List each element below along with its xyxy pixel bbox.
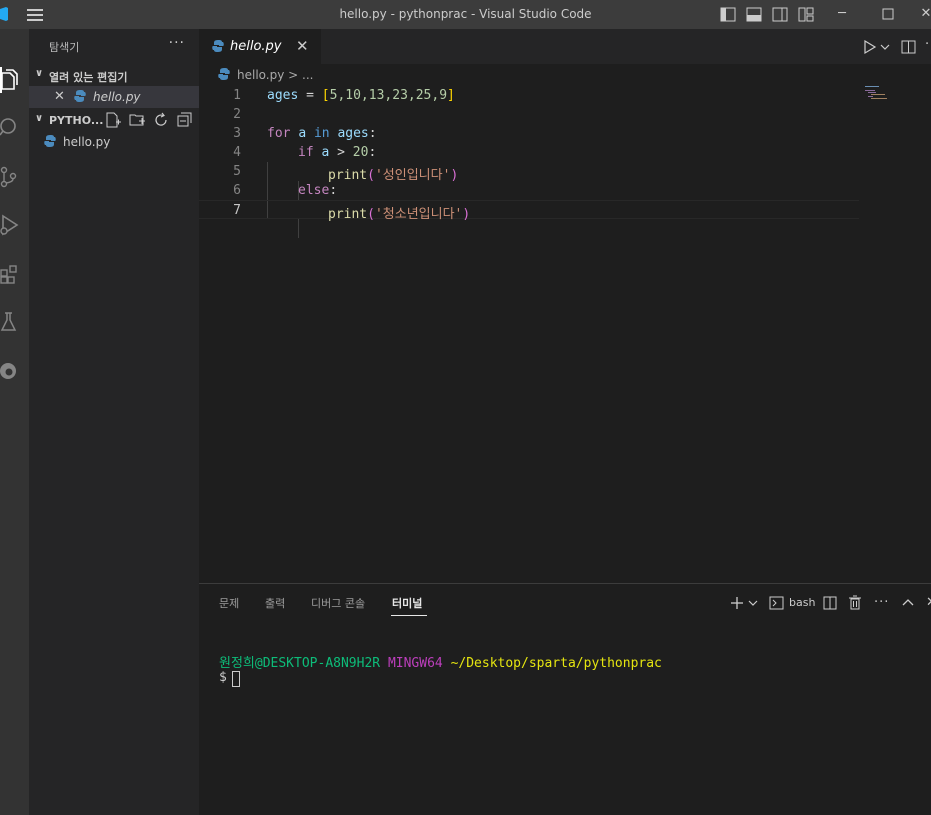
line-number: 5 [233, 164, 241, 179]
code-line: 1 ages = [5,10,13,23,25,9] [199, 86, 859, 105]
split-terminal-icon[interactable] [823, 595, 837, 611]
toggle-panel-icon[interactable] [746, 7, 762, 22]
active-tab-underline [391, 615, 427, 616]
more-actions-icon[interactable]: ··· [169, 35, 185, 51]
code-line: 3 for a in ages: [199, 124, 859, 143]
explorer-sidebar: 탐색기 ··· ∨ 열려 있는 편집기 ✕ hello.py ∨ PYTHO..… [29, 29, 199, 815]
maximize-panel-icon[interactable] [902, 595, 914, 611]
line-content: else: [298, 183, 338, 198]
testing-icon[interactable] [0, 311, 20, 333]
file-tree-item[interactable]: hello.py [29, 131, 199, 153]
open-editor-filename: hello.py [93, 90, 141, 104]
terminal-icon [769, 596, 784, 610]
more-actions-icon[interactable]: · [925, 37, 929, 53]
toggle-secondary-sidebar-icon[interactable] [772, 7, 788, 22]
open-editors-section[interactable]: ∨ 열려 있는 편집기 [29, 64, 199, 86]
run-debug-icon[interactable] [0, 214, 20, 236]
open-editor-item[interactable]: ✕ hello.py [29, 86, 199, 108]
editor-tabs: hello.py ✕ · [199, 29, 931, 64]
python-file-icon [74, 90, 86, 102]
search-icon[interactable] [0, 117, 20, 139]
folder-label: PYTHO... [49, 114, 104, 127]
breadcrumb-path[interactable]: hello.py > ... [237, 68, 313, 82]
chevron-down-icon: ∨ [35, 113, 44, 124]
chevron-down-icon: ∨ [35, 68, 44, 79]
code-line: 2 [199, 105, 859, 124]
python-file-icon [44, 135, 56, 147]
code-line: 6 else: [199, 181, 859, 200]
panel-tab-terminal[interactable]: 터미널 [392, 595, 422, 611]
new-terminal-icon[interactable] [730, 595, 744, 611]
refresh-icon[interactable] [153, 112, 169, 128]
window-title: hello.py - pythonprac - Visual Studio Co… [339, 7, 592, 21]
chevron-down-icon[interactable] [880, 39, 890, 55]
terminal-prompt: $ [219, 670, 227, 685]
breadcrumb: hello.py > ... [199, 64, 931, 86]
sidebar-title: 탐색기 [49, 41, 80, 54]
customize-layout-icon[interactable] [798, 7, 814, 22]
tab-close-icon[interactable]: ✕ [296, 37, 309, 55]
panel-tab-debug-console[interactable]: 디버그 콘솔 [311, 595, 365, 611]
edge-tools-icon[interactable] [0, 360, 20, 382]
terminal-user-host: 원정희@DESKTOP-A8N9H2R [219, 656, 381, 671]
line-number: 2 [233, 107, 241, 122]
line-content: if a > 20: [298, 145, 377, 160]
code-line-current: 7 print('청소년입니다') [199, 200, 859, 222]
tab-filename: hello.py [230, 39, 282, 54]
trash-icon[interactable] [848, 595, 862, 611]
panel-tab-problems[interactable]: 문제 [219, 595, 239, 611]
open-editors-label: 열려 있는 편집기 [49, 71, 128, 84]
python-file-icon [212, 40, 224, 52]
chevron-down-icon[interactable] [748, 595, 758, 611]
close-window-icon[interactable]: ✕ [919, 7, 931, 21]
activity-bar [0, 29, 29, 815]
toggle-sidebar-icon[interactable] [720, 7, 736, 22]
editor-tab[interactable]: hello.py ✕ [199, 29, 321, 64]
maximize-icon[interactable] [881, 7, 895, 21]
bottom-panel: 문제 출력 디버그 콘솔 터미널 bash ··· ✕ 원정희@DESKTOP-… [199, 583, 931, 815]
line-content: ages = [5,10,13,23,25,9] [267, 88, 455, 103]
indent-guide [298, 219, 299, 238]
split-editor-icon[interactable] [901, 39, 916, 55]
explorer-icon[interactable] [0, 69, 20, 91]
close-icon[interactable]: ✕ [54, 89, 65, 104]
terminal-system: MINGW64 [387, 656, 443, 671]
terminal-output[interactable]: 원정희@DESKTOP-A8N9H2R MINGW64 ~/Desktop/sp… [219, 652, 662, 671]
close-panel-icon[interactable]: ✕ [926, 595, 931, 611]
more-actions-icon[interactable]: ··· [874, 595, 889, 611]
terminal-cursor [232, 671, 240, 687]
title-bar: hello.py - pythonprac - Visual Studio Co… [0, 0, 931, 29]
line-number: 7 [233, 203, 241, 218]
code-line: 4 if a > 20: [199, 143, 859, 162]
minimize-icon[interactable]: ─ [835, 7, 849, 21]
new-folder-icon[interactable] [129, 112, 145, 128]
source-control-icon[interactable] [0, 166, 20, 188]
shell-name[interactable]: bash [789, 596, 815, 612]
python-file-icon [218, 68, 230, 80]
run-file-icon[interactable] [863, 39, 877, 55]
file-name: hello.py [63, 135, 111, 149]
panel-tab-output[interactable]: 출력 [265, 595, 285, 611]
code-line: 5 print('성인입니다') [199, 162, 859, 183]
line-number: 3 [233, 126, 241, 141]
new-file-icon[interactable] [105, 112, 121, 128]
line-content: for a in ages: [267, 126, 377, 141]
collapse-all-icon[interactable] [177, 112, 193, 128]
line-number: 6 [233, 183, 241, 198]
line-number: 4 [233, 145, 241, 160]
minimap[interactable] [865, 86, 895, 106]
terminal-path: ~/Desktop/sparta/pythonprac [450, 656, 662, 671]
editor-area: hello.py ✕ · hello.py > ... 1 ages = [5,… [199, 29, 931, 583]
line-number: 1 [233, 88, 241, 103]
extensions-icon[interactable] [0, 263, 20, 285]
line-content: print('청소년입니다') [328, 207, 471, 222]
